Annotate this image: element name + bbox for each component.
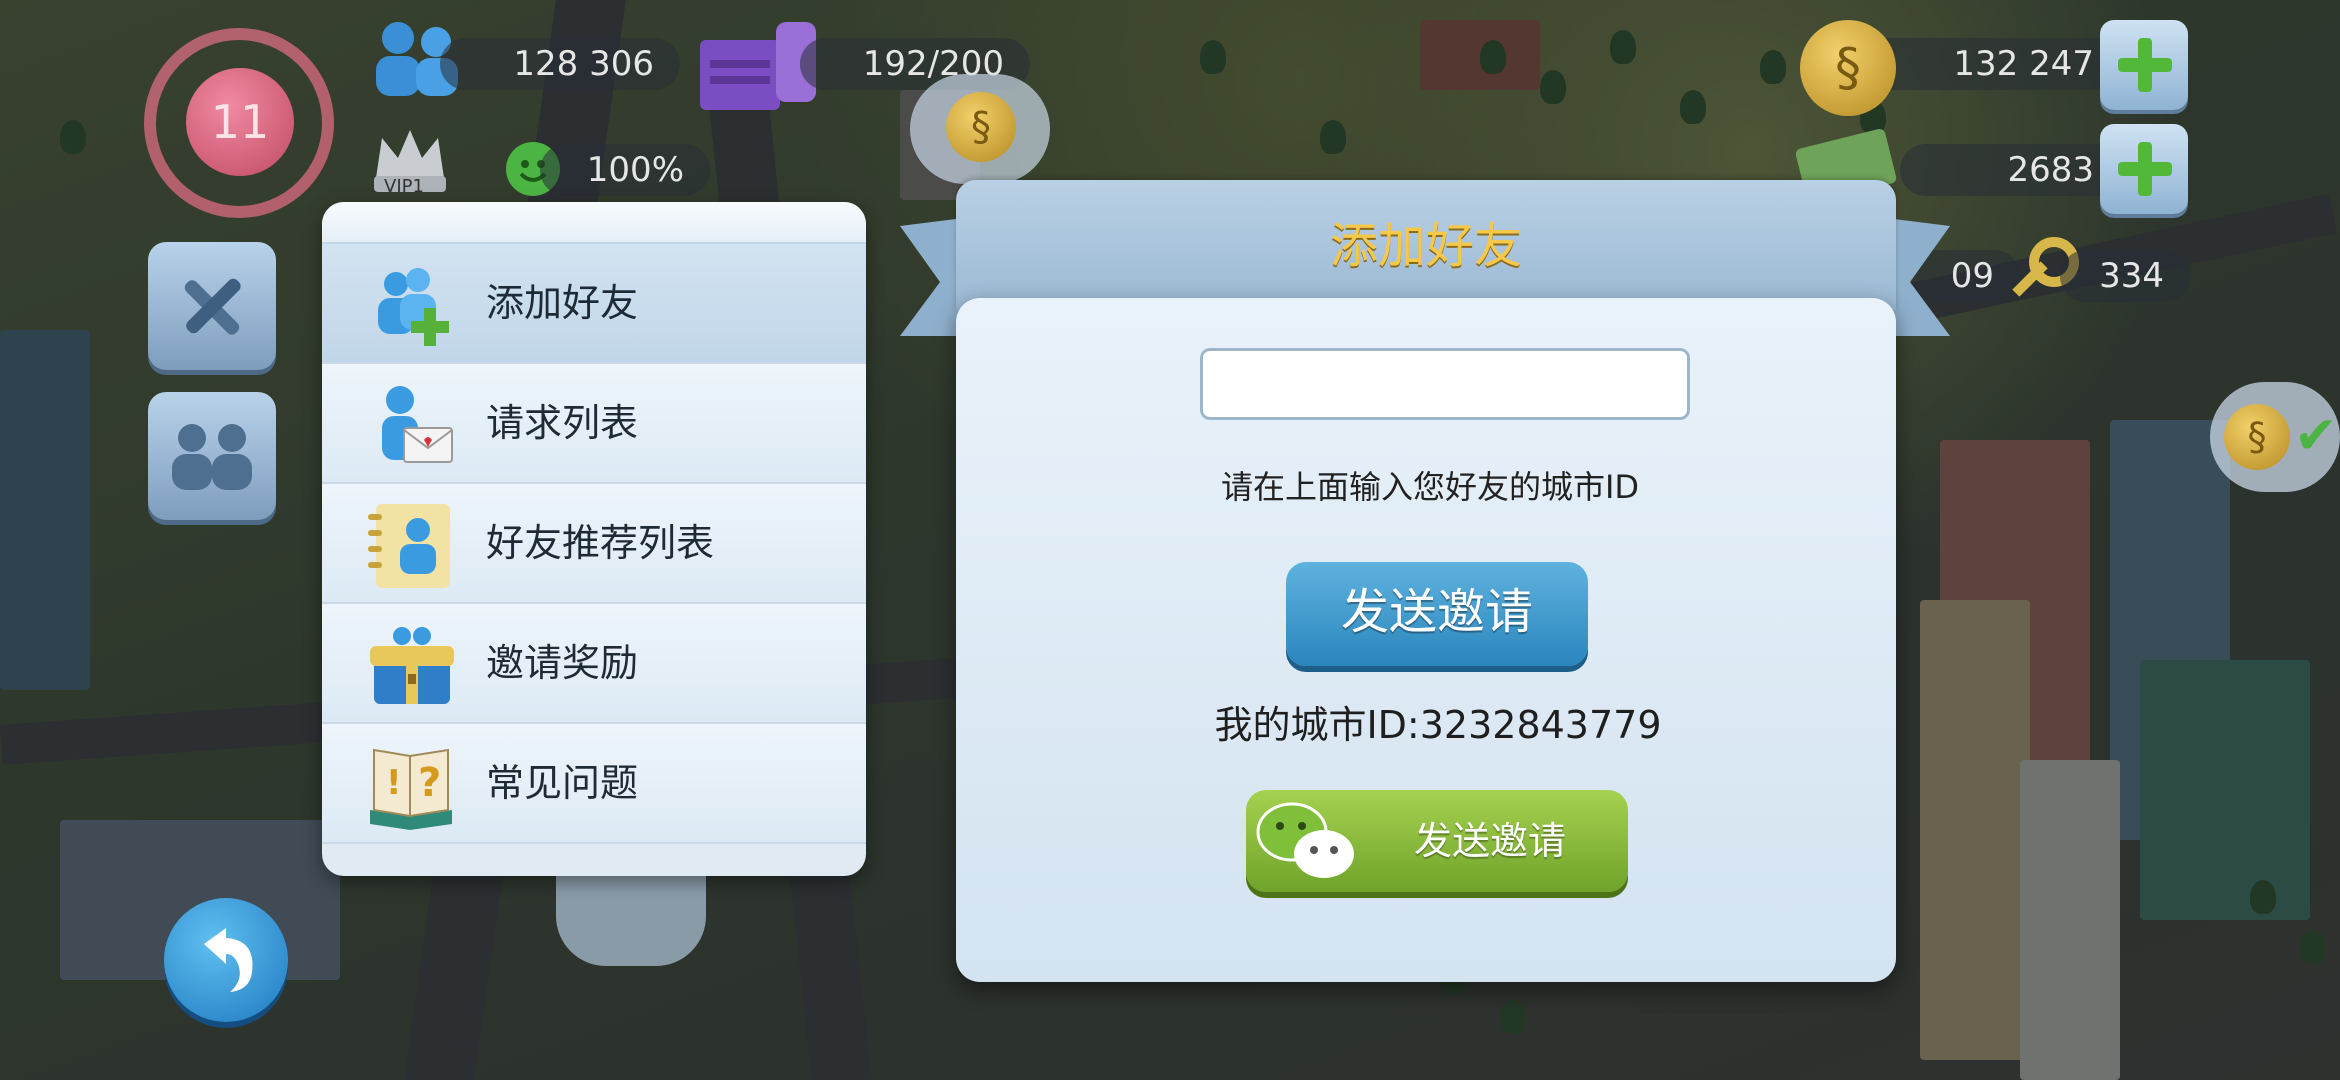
add-simoleons-button[interactable] xyxy=(2100,20,2188,110)
svg-text:?: ? xyxy=(418,760,441,806)
build-tools-button[interactable] xyxy=(148,242,276,370)
menu-item-label: 添加好友 xyxy=(486,281,639,325)
send-invite-button[interactable]: 发送邀请 xyxy=(1286,562,1588,666)
add-simcash-button[interactable] xyxy=(2100,124,2188,214)
dialog-title: 添加好友 xyxy=(1329,218,1522,274)
friends-button[interactable] xyxy=(148,392,276,520)
simoleon-coin-icon: § xyxy=(1800,20,1896,116)
wechat-invite-label: 发送邀请 xyxy=(1413,819,1566,863)
happiness-counter: 100% xyxy=(540,144,710,196)
faq-book-icon: ! ? xyxy=(370,748,452,830)
wechat-icon xyxy=(1256,802,1354,878)
city-id-input[interactable] xyxy=(1200,348,1690,420)
level-badge[interactable]: 11 xyxy=(186,68,294,176)
simcash-counter: 2683 xyxy=(1900,144,2120,196)
back-arrow-icon xyxy=(204,928,253,992)
menu-item-label: 常见问题 xyxy=(486,761,639,805)
wrench-screwdriver-icon xyxy=(184,278,241,335)
collect-coin-bubble[interactable]: § ✔ xyxy=(2210,382,2340,492)
menu-item-request-list[interactable]: 请求列表 xyxy=(322,364,866,484)
coin-icon: § xyxy=(2224,404,2290,470)
keys-counter: 334 xyxy=(2060,250,2190,302)
request-mail-icon xyxy=(382,386,453,463)
menu-item-label: 请求列表 xyxy=(486,401,639,445)
chat-bubble-icon[interactable] xyxy=(556,876,706,966)
friend-recommend-icon xyxy=(368,504,450,588)
coin-icon: § xyxy=(946,92,1016,162)
map-coin-bubble[interactable]: § xyxy=(910,74,1050,184)
svg-text:!: ! xyxy=(386,763,402,803)
friends-menu-panel: 添加好友 请求列表 好友推荐列表 邀请奖励 ! ? 常见问题 xyxy=(322,202,866,876)
menu-item-add-friend[interactable]: 添加好友 xyxy=(322,244,866,364)
back-button[interactable] xyxy=(164,898,288,1022)
menu-header xyxy=(322,202,866,244)
city-id-hint: 请在上面输入您好友的城市ID xyxy=(1220,468,1640,506)
add-friend-icon xyxy=(378,268,449,346)
menu-item-invite-reward[interactable]: 邀请奖励 xyxy=(322,604,866,724)
gift-chest-icon xyxy=(370,627,454,704)
my-city-id: 我的城市ID:3232843779 xyxy=(1214,703,1662,747)
checkmark-icon: ✔ xyxy=(2294,406,2338,466)
menu-item-faq[interactable]: ! ? 常见问题 xyxy=(322,724,866,844)
population-counter: 128 306 xyxy=(440,38,680,90)
menu-item-label: 邀请奖励 xyxy=(486,641,639,685)
friends-group-icon xyxy=(172,424,252,490)
vip-label: VIP1 xyxy=(384,176,424,197)
menu-item-label: 好友推荐列表 xyxy=(486,521,715,565)
menu-item-friend-recommend[interactable]: 好友推荐列表 xyxy=(322,484,866,604)
